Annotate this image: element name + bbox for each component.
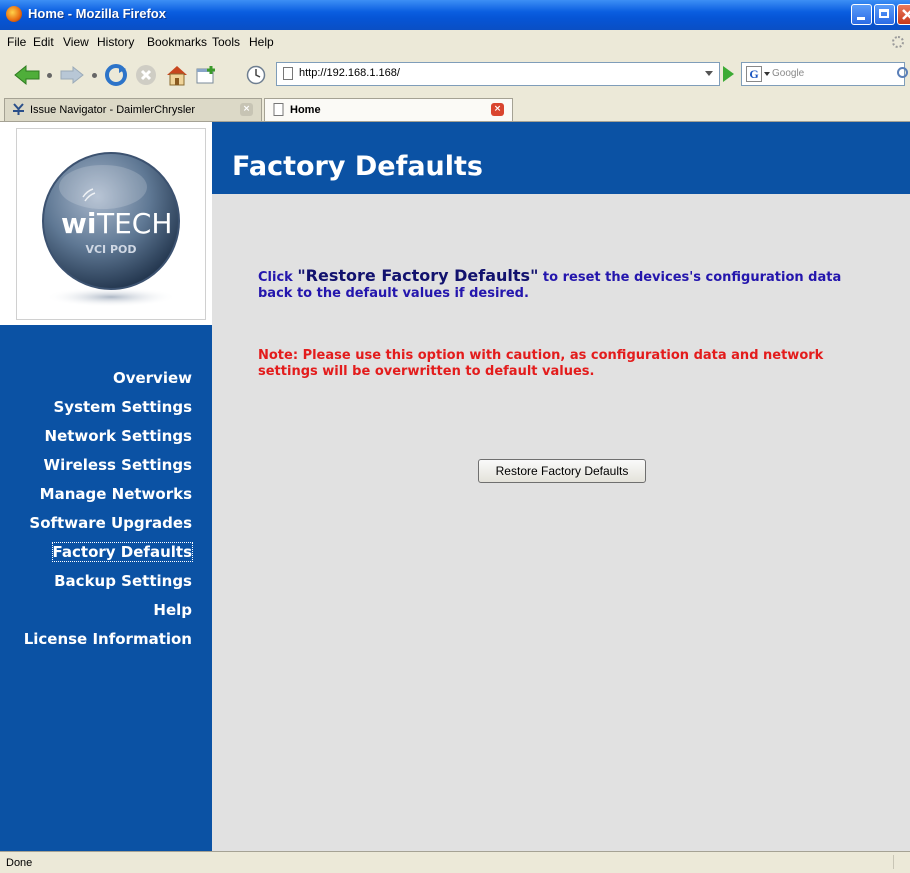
window-title: Home - Mozilla Firefox	[28, 6, 166, 21]
sidebar-item-wireless-settings[interactable]: Wireless Settings	[44, 456, 192, 474]
sidebar-item-help[interactable]: Help	[153, 601, 192, 619]
tab-label: Issue Navigator - DaimlerChrysler	[30, 104, 196, 116]
tab-close-icon[interactable]: ×	[491, 103, 504, 116]
sidebar-item-manage-networks[interactable]: Manage Networks	[40, 485, 192, 503]
menu-history[interactable]: History	[97, 35, 134, 49]
logo-subtitle: VCI POD	[85, 243, 136, 256]
page-header: Factory Defaults	[212, 122, 910, 194]
forward-history-dropdown[interactable]	[92, 73, 97, 78]
forward-arrow-icon	[60, 65, 84, 85]
menu-file[interactable]: File	[7, 35, 26, 49]
logo-wi: wi	[61, 207, 96, 240]
clock-icon	[246, 65, 266, 85]
maximize-button[interactable]	[874, 4, 895, 25]
sidebar-item-network-settings[interactable]: Network Settings	[45, 427, 192, 445]
sidebar-item-factory-defaults[interactable]: Factory Defaults	[51, 542, 194, 562]
resize-grip[interactable]	[893, 855, 906, 869]
logo-frame: wi TECH VCI POD	[16, 128, 206, 320]
sidebar-item-software-upgrades[interactable]: Software Upgrades	[29, 514, 192, 532]
new-tab-icon	[196, 66, 215, 84]
sidebar-item-license-information[interactable]: License Information	[24, 630, 192, 648]
tab-close-icon[interactable]: ×	[240, 103, 253, 116]
go-button[interactable]	[723, 66, 734, 82]
page-content: wi TECH VCI POD Overview System Settings…	[0, 122, 910, 851]
minimize-button[interactable]	[851, 4, 872, 25]
page-title: Factory Defaults	[232, 151, 484, 182]
new-tab-button[interactable]	[193, 62, 221, 88]
sidebar-item-system-settings[interactable]: System Settings	[53, 398, 192, 416]
issue-navigator-favicon	[13, 103, 24, 115]
window-titlebar: Home - Mozilla Firefox	[0, 0, 910, 30]
witech-logo: wi TECH VCI POD	[42, 152, 180, 307]
caution-note: Note: Please use this option with cautio…	[258, 348, 824, 379]
home-button[interactable]	[163, 62, 191, 88]
menu-tools[interactable]: Tools	[212, 35, 240, 49]
address-bar[interactable]: http://192.168.1.168/	[276, 62, 720, 86]
stop-button[interactable]	[133, 62, 159, 88]
tab-bar: Issue Navigator - DaimlerChrysler × Home…	[0, 96, 910, 122]
tab-home[interactable]: Home ×	[264, 98, 513, 121]
restore-factory-defaults-button[interactable]: Restore Factory Defaults	[478, 459, 646, 483]
info-emphasis: "Restore Factory Defaults"	[297, 266, 539, 285]
url-dropdown-icon[interactable]	[705, 71, 713, 76]
search-box[interactable]: G Google	[741, 62, 905, 86]
back-button[interactable]	[12, 62, 42, 88]
search-icon[interactable]	[897, 67, 908, 78]
menu-view[interactable]: View	[63, 35, 89, 49]
firefox-icon	[6, 6, 22, 22]
status-text: Done	[6, 857, 33, 869]
sidebar-nav: Overview System Settings Network Setting…	[0, 325, 212, 851]
history-button[interactable]	[243, 62, 269, 88]
tab-issue-navigator[interactable]: Issue Navigator - DaimlerChrysler ×	[4, 98, 262, 121]
google-engine-icon[interactable]: G	[746, 66, 762, 82]
throbber-icon	[892, 36, 904, 48]
page-icon	[283, 67, 293, 80]
reload-icon	[105, 64, 127, 86]
menu-edit[interactable]: Edit	[33, 35, 54, 49]
sidebar-item-backup-settings[interactable]: Backup Settings	[54, 572, 192, 590]
back-arrow-icon	[14, 64, 40, 86]
back-history-dropdown[interactable]	[47, 73, 52, 78]
menu-bar: File Edit View History Bookmarks Tools H…	[0, 30, 910, 54]
reload-button[interactable]	[103, 62, 129, 88]
logo-area: wi TECH VCI POD	[0, 122, 212, 325]
stop-icon	[136, 65, 156, 85]
sidebar-item-overview[interactable]: Overview	[113, 369, 192, 387]
tab-label: Home	[290, 104, 321, 116]
close-window-button[interactable]	[897, 4, 910, 25]
menu-bookmarks[interactable]: Bookmarks	[147, 35, 207, 49]
logo-tech: TECH	[96, 207, 172, 240]
engine-dropdown-icon[interactable]	[764, 72, 770, 76]
menu-help[interactable]: Help	[249, 35, 274, 49]
address-url[interactable]: http://192.168.1.168/	[299, 67, 400, 79]
page-favicon	[273, 103, 284, 116]
info-prefix: Click	[258, 270, 298, 285]
close-icon	[902, 9, 910, 20]
navigation-toolbar: http://192.168.1.168/ G Google	[0, 54, 910, 96]
info-text: Click "Restore Factory Defaults" to rese…	[258, 268, 878, 302]
search-placeholder[interactable]: Google	[772, 68, 804, 79]
home-icon	[167, 66, 187, 86]
status-bar: Done	[0, 851, 910, 873]
forward-button[interactable]	[58, 62, 86, 88]
